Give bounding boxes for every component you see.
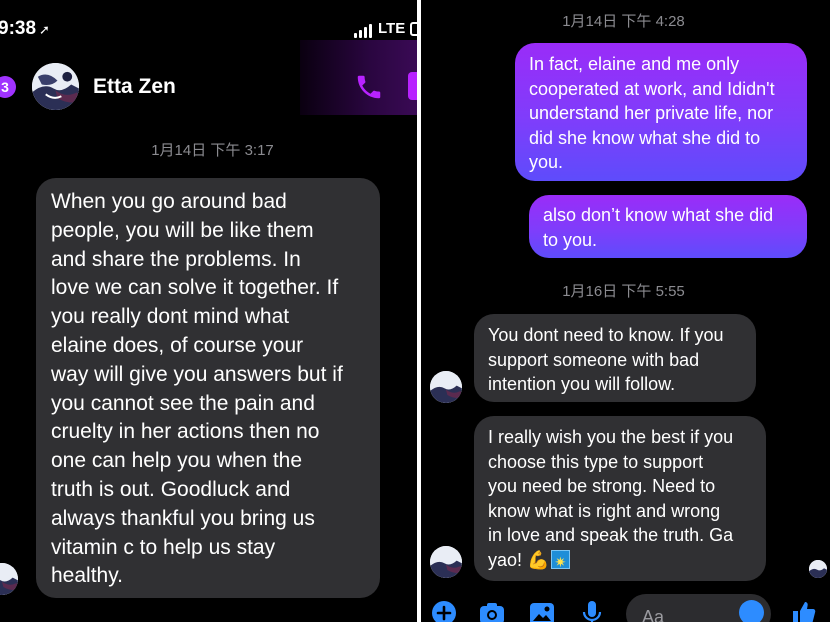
avatar-image [430, 546, 462, 578]
message-text: also don’t know what she did to you. [543, 205, 774, 250]
sender-avatar [0, 563, 18, 595]
message-text: When you go around bad people, you will … [51, 190, 343, 588]
outgoing-message-bubble[interactable]: In fact, elaine and me only cooperated a… [515, 43, 807, 181]
video-call-icon[interactable] [408, 72, 417, 100]
right-screenshot: 1月14日 下午 4:28 In fact, elaine and me onl… [421, 0, 830, 622]
incoming-message-bubble[interactable]: I really wish you the best if you choose… [474, 416, 766, 581]
emoji-icon[interactable] [739, 600, 764, 622]
avatar-image [0, 563, 18, 595]
sender-avatar [430, 546, 462, 578]
location-arrow-icon: ➚ [39, 22, 50, 37]
read-receipt-avatar [809, 560, 827, 578]
image-icon[interactable] [529, 600, 555, 622]
message-text: You dont need to know. If you support so… [488, 325, 724, 394]
message-text-body: I really wish you the best if you choose… [488, 427, 734, 570]
avatar-image [430, 371, 462, 403]
camera-icon[interactable] [479, 600, 505, 622]
incoming-message-bubble[interactable]: When you go around bad people, you will … [36, 178, 380, 598]
unread-badge[interactable]: 3 [0, 76, 16, 98]
status-time-text: 9:38 [0, 18, 37, 39]
thumbs-up-icon[interactable] [791, 600, 817, 622]
incoming-message-bubble[interactable]: You dont need to know. If you support so… [474, 314, 756, 402]
message-text: In fact, elaine and me only cooperated a… [529, 54, 775, 172]
microphone-icon[interactable] [579, 600, 605, 622]
sparkle-icon [551, 549, 571, 574]
message-timestamp: 1月16日 下午 5:55 [562, 283, 685, 300]
status-time: 9:38 ➚ [0, 18, 50, 40]
message-text: I really wish you the best if you choose… [488, 425, 754, 574]
message-timestamp: 1月14日 下午 3:17 [151, 142, 274, 159]
avatar-image [32, 63, 79, 110]
flexed-biceps-icon: 💪 [527, 549, 550, 570]
avatar-image [809, 560, 827, 578]
sender-avatar [430, 371, 462, 403]
signal-bars-icon [354, 24, 372, 38]
phone-call-icon[interactable] [354, 72, 384, 102]
plus-icon[interactable] [431, 600, 457, 622]
avatar[interactable] [32, 63, 79, 110]
outgoing-message-bubble[interactable]: also don’t know what she did to you. [529, 195, 807, 258]
battery-icon [410, 22, 417, 36]
contact-name[interactable]: Etta Zen [93, 75, 176, 99]
left-screenshot: 9:38 ➚ LTE 3 Etta Zen 1月14日 下午 3:17 When … [0, 0, 417, 622]
message-timestamp: 1月14日 下午 4:28 [562, 13, 685, 30]
network-label: LTE [378, 20, 406, 37]
